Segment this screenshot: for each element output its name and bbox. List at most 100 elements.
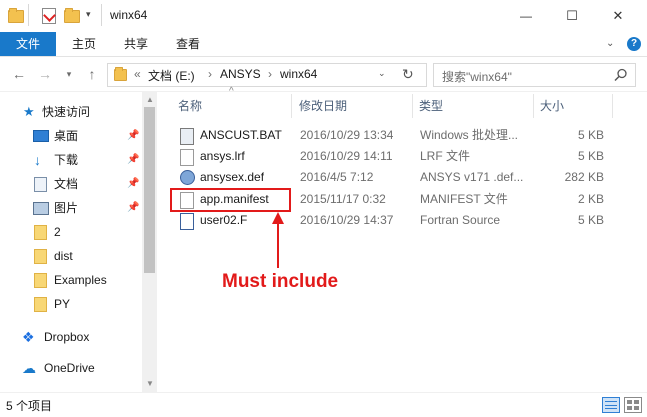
- sidebar-item-label: 2: [54, 225, 61, 239]
- sidebar-item-label: 图片: [54, 201, 79, 215]
- file-name: ansysex.def: [200, 170, 265, 184]
- pin-icon[interactable]: 📌: [127, 124, 139, 148]
- tab-view[interactable]: 查看: [164, 32, 212, 56]
- tab-home[interactable]: 主页: [60, 32, 108, 56]
- breadcrumb-drive[interactable]: 文档 (E:): [148, 67, 195, 84]
- scroll-up-icon[interactable]: ▲: [146, 95, 154, 104]
- file-row[interactable]: ansysex.def 2016/4/5 7:12 ANSYS v171 .de…: [170, 167, 610, 188]
- column-divider[interactable]: [291, 94, 292, 118]
- address-dropdown-icon[interactable]: ⌄: [378, 68, 386, 79]
- up-button[interactable]: ↑: [83, 64, 101, 84]
- tab-share[interactable]: 共享: [112, 32, 160, 56]
- sidebar-item-dist[interactable]: dist: [0, 244, 142, 268]
- qat-dropdown-icon[interactable]: ▾: [86, 9, 91, 20]
- folder-icon: [114, 67, 127, 81]
- documents-icon: [34, 177, 47, 192]
- annotation-label: Must include: [222, 271, 339, 292]
- details-view-icon[interactable]: [602, 397, 620, 413]
- file-date: 2016/4/5 7:12: [300, 170, 374, 184]
- scrollbar-thumb[interactable]: [144, 107, 155, 273]
- address-bar[interactable]: « 文档 (E:) › ANSYS › winx64 ⌄ ↻: [107, 63, 427, 87]
- folder-icon: [34, 297, 47, 312]
- breadcrumb-winx64[interactable]: winx64: [280, 67, 317, 81]
- refresh-icon[interactable]: ↻: [402, 66, 414, 83]
- pin-icon[interactable]: 📌: [127, 148, 139, 172]
- folder-icon[interactable]: [8, 8, 24, 23]
- sidebar-item-dropbox[interactable]: ❖ Dropbox: [0, 325, 142, 349]
- desktop-icon: [33, 130, 49, 142]
- sidebar-item-examples[interactable]: Examples: [0, 268, 142, 292]
- onedrive-icon: ☁: [22, 360, 36, 376]
- folder-icon: [34, 273, 47, 288]
- file-type: Windows 批处理...: [420, 128, 519, 142]
- bat-file-icon: [180, 128, 194, 145]
- file-row[interactable]: user02.F 2016/10/29 14:37 Fortran Source…: [170, 210, 610, 231]
- quick-access-label: 快速访问: [42, 105, 91, 119]
- chevron-right-icon[interactable]: ›: [208, 67, 212, 81]
- sidebar-item-downloads[interactable]: ↓ 下载 📌: [0, 148, 142, 172]
- file-name: user02.F: [200, 213, 248, 227]
- annotation-arrow-icon: [272, 212, 284, 268]
- file-size: 5 KB: [577, 128, 604, 142]
- file-size: 2 KB: [577, 192, 604, 206]
- help-icon[interactable]: ?: [627, 37, 641, 51]
- pin-icon[interactable]: 📌: [127, 196, 139, 220]
- ribbon-expand-icon[interactable]: ⌄: [606, 38, 614, 49]
- scroll-down-icon[interactable]: ▼: [146, 379, 154, 388]
- file-row[interactable]: ANSCUST.BAT 2016/10/29 13:34 Windows 批处理…: [170, 125, 610, 146]
- column-divider[interactable]: [612, 94, 613, 118]
- breadcrumb-overflow[interactable]: «: [134, 67, 141, 81]
- sidebar-item-2[interactable]: 2: [0, 220, 142, 244]
- column-header-size[interactable]: 大小: [540, 92, 564, 120]
- status-bar: 5 个项目: [0, 392, 647, 417]
- file-row[interactable]: ansys.lrf 2016/10/29 14:11 LRF 文件 5 KB: [170, 146, 610, 167]
- tab-file[interactable]: 文件: [0, 32, 56, 56]
- minimize-button[interactable]: —: [503, 0, 549, 32]
- sidebar-item-label: Dropbox: [44, 330, 90, 344]
- column-header-type[interactable]: 类型: [419, 92, 443, 120]
- close-button[interactable]: ✕: [595, 0, 641, 32]
- column-header-date[interactable]: 修改日期: [299, 92, 347, 120]
- properties-icon[interactable]: [42, 8, 56, 24]
- column-divider[interactable]: [533, 94, 534, 118]
- file-date: 2016/10/29 14:11: [300, 149, 393, 163]
- file-size: 282 KB: [564, 170, 604, 184]
- large-icons-view-icon[interactable]: [624, 397, 642, 413]
- quick-access[interactable]: ★ 快速访问: [0, 100, 142, 124]
- sort-ascending-icon: ^: [229, 86, 234, 97]
- sidebar-item-onedrive[interactable]: ☁ OneDrive: [0, 356, 142, 380]
- file-type: MANIFEST 文件: [420, 192, 508, 206]
- forward-button[interactable]: →: [36, 64, 54, 84]
- sidebar-item-label: PY: [54, 297, 71, 311]
- breadcrumb-ansys[interactable]: ANSYS: [220, 67, 261, 81]
- content-scroll-area: [626, 92, 647, 392]
- file-date: 2016/10/29 13:34: [300, 128, 394, 142]
- column-header-name[interactable]: 名称: [178, 92, 202, 120]
- pin-icon[interactable]: 📌: [127, 172, 139, 196]
- recent-locations-icon[interactable]: ▾: [60, 64, 78, 84]
- sidebar-item-py[interactable]: PY: [0, 292, 142, 316]
- search-icon[interactable]: [614, 68, 628, 82]
- item-count: 5 个项目: [6, 399, 53, 413]
- sidebar-item-desktop[interactable]: 桌面 📌: [0, 124, 142, 148]
- search-input[interactable]: 搜索"winx64": [433, 63, 636, 87]
- column-divider[interactable]: [412, 94, 413, 118]
- address-row: ← → ▾ ↑ « 文档 (E:) › ANSYS › winx64 ⌄ ↻ 搜…: [0, 57, 647, 92]
- back-button[interactable]: ←: [10, 64, 28, 84]
- file-type: Fortran Source: [420, 213, 501, 227]
- download-icon: ↓: [34, 152, 41, 168]
- sidebar-item-label: 文档: [54, 177, 79, 191]
- sidebar-item-documents[interactable]: 文档 📌: [0, 172, 142, 196]
- chevron-right-icon[interactable]: ›: [268, 67, 272, 81]
- sidebar-item-pictures[interactable]: 图片 📌: [0, 196, 142, 220]
- star-icon: ★: [23, 104, 35, 119]
- file-name: ANSCUST.BAT: [200, 128, 282, 142]
- file-date: 2015/11/17 0:32: [300, 192, 386, 206]
- maximize-button[interactable]: ☐: [549, 0, 595, 32]
- new-folder-icon[interactable]: [64, 8, 80, 23]
- nav-scrollbar[interactable]: ▲ ▼: [142, 92, 157, 392]
- search-placeholder: 搜索"winx64": [442, 70, 512, 84]
- ansys-def-icon: [180, 170, 195, 185]
- sidebar-item-label: dist: [54, 249, 73, 263]
- file-size: 5 KB: [577, 213, 604, 227]
